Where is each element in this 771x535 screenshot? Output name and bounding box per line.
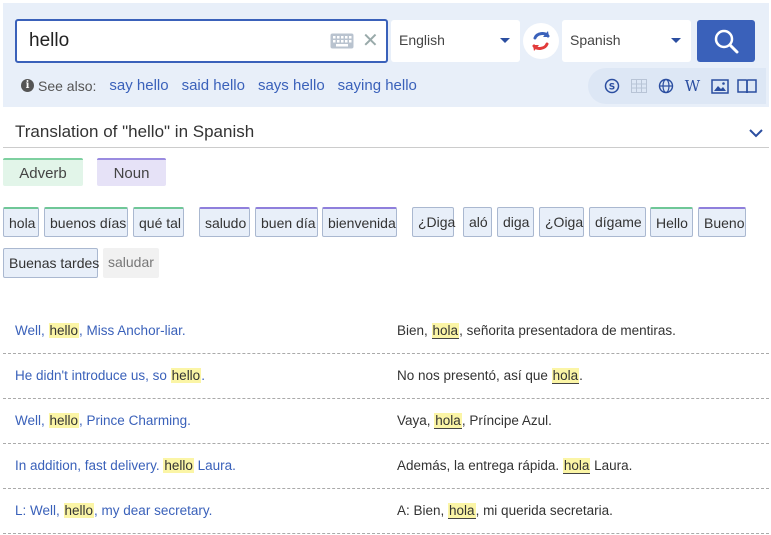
highlighted-term: hello: [163, 458, 194, 473]
example-target: Bien, hola, señorita presentadora de men…: [397, 323, 676, 339]
example-row: L: Well, hello, my dear secretary. A: Bi…: [3, 489, 769, 534]
translation-chip[interactable]: buenos días: [44, 207, 128, 237]
search-panel: hello ✕ English Spanish i See also: say …: [3, 3, 769, 107]
clear-icon[interactable]: ✕: [362, 31, 379, 51]
translation-chip[interactable]: buen día: [255, 207, 318, 237]
example-row: Well, hello, Prince Charming. Vaya, hola…: [3, 399, 769, 444]
search-input-box[interactable]: hello ✕: [15, 19, 388, 63]
example-row: He didn't introduce us, so hello. No nos…: [3, 354, 769, 399]
example-source: Well, hello, Miss Anchor-liar.: [15, 323, 186, 338]
source-language-select[interactable]: English: [391, 20, 520, 62]
see-also-link[interactable]: says hello: [258, 77, 325, 94]
translation-chip[interactable]: ¿Diga: [412, 207, 455, 237]
translation-chip[interactable]: Buenas tardes: [3, 248, 99, 278]
translation-header: Translation of "hello" in Spanish: [3, 118, 769, 148]
image-icon[interactable]: [706, 76, 733, 96]
source-language-label: English: [399, 32, 445, 48]
chevron-down-icon: [500, 38, 510, 43]
translation-chip[interactable]: aló: [463, 207, 492, 237]
globe-icon[interactable]: [652, 76, 679, 96]
highlighted-term: hola: [562, 458, 591, 474]
example-source: Well, hello, Prince Charming.: [15, 413, 191, 428]
search-button[interactable]: [697, 20, 755, 62]
translation-chip[interactable]: hola: [3, 207, 39, 237]
see-also-label: See also:: [38, 77, 97, 94]
chevron-down-icon: [671, 38, 681, 43]
highlighted-term: hello: [48, 413, 80, 428]
info-icon: i: [21, 79, 34, 92]
highlighted-term: hola: [434, 413, 462, 429]
pos-tag-noun[interactable]: Noun: [97, 158, 166, 186]
swap-icon: [532, 31, 550, 51]
highlighted-term: hola: [431, 323, 460, 339]
translation-chip[interactable]: saludar: [103, 248, 159, 278]
see-also-link[interactable]: saying hello: [338, 77, 417, 94]
example-row: Well, hello, Miss Anchor-liar. Bien, hol…: [3, 309, 769, 354]
translation-chip[interactable]: Hello: [650, 207, 693, 237]
example-target: Vaya, hola, Príncipe Azul.: [397, 413, 552, 429]
wikipedia-icon[interactable]: W: [679, 76, 706, 96]
highlighted-term: hello: [48, 323, 80, 338]
see-also-link[interactable]: say hello: [109, 77, 168, 94]
translation-chip[interactable]: dígame: [589, 207, 646, 237]
example-source: In addition, fast delivery. hello Laura.: [15, 458, 236, 473]
example-source: L: Well, hello, my dear secretary.: [15, 503, 213, 518]
target-language-label: Spanish: [570, 32, 621, 48]
highlighted-term: hola: [551, 368, 580, 384]
translation-title: Translation of "hello" in Spanish: [15, 122, 255, 141]
tools-bar: S W: [588, 68, 766, 104]
highlighted-term: hello: [170, 368, 202, 383]
target-language-select[interactable]: Spanish: [562, 20, 691, 62]
svg-text:S: S: [608, 83, 614, 93]
search-input[interactable]: hello: [29, 30, 69, 52]
example-source: He didn't introduce us, so hello.: [15, 368, 205, 383]
book-icon[interactable]: [733, 76, 760, 96]
translation-chip[interactable]: Bueno: [698, 207, 746, 237]
see-also-link[interactable]: said hello: [182, 77, 245, 94]
search-icon: [714, 29, 739, 54]
example-row: In addition, fast delivery. hello Laura.…: [3, 444, 769, 489]
see-also-bar: i See also: say hello said hello says he…: [21, 77, 430, 94]
translation-chip[interactable]: ¿Oiga: [539, 207, 584, 237]
highlighted-term: hello: [63, 503, 95, 518]
translation-chip[interactable]: qué tal: [133, 207, 184, 237]
translation-chip[interactable]: diga: [497, 207, 534, 237]
chevron-down-icon[interactable]: [749, 126, 763, 140]
skype-icon[interactable]: S: [598, 76, 625, 96]
translation-chip[interactable]: saludo: [199, 207, 250, 237]
example-target: A: Bien, hola, mi querida secretaria.: [397, 503, 613, 519]
keyboard-icon[interactable]: [330, 33, 354, 49]
translation-chip[interactable]: bienvenida: [322, 207, 397, 237]
example-target: No nos presentó, así que hola.: [397, 368, 583, 384]
example-target: Además, la entrega rápida. hola Laura.: [397, 458, 633, 474]
swap-languages-button[interactable]: [523, 23, 559, 59]
highlighted-term: hola: [448, 503, 476, 519]
grid-icon[interactable]: [625, 76, 652, 96]
pos-tag-adverb[interactable]: Adverb: [3, 158, 83, 186]
